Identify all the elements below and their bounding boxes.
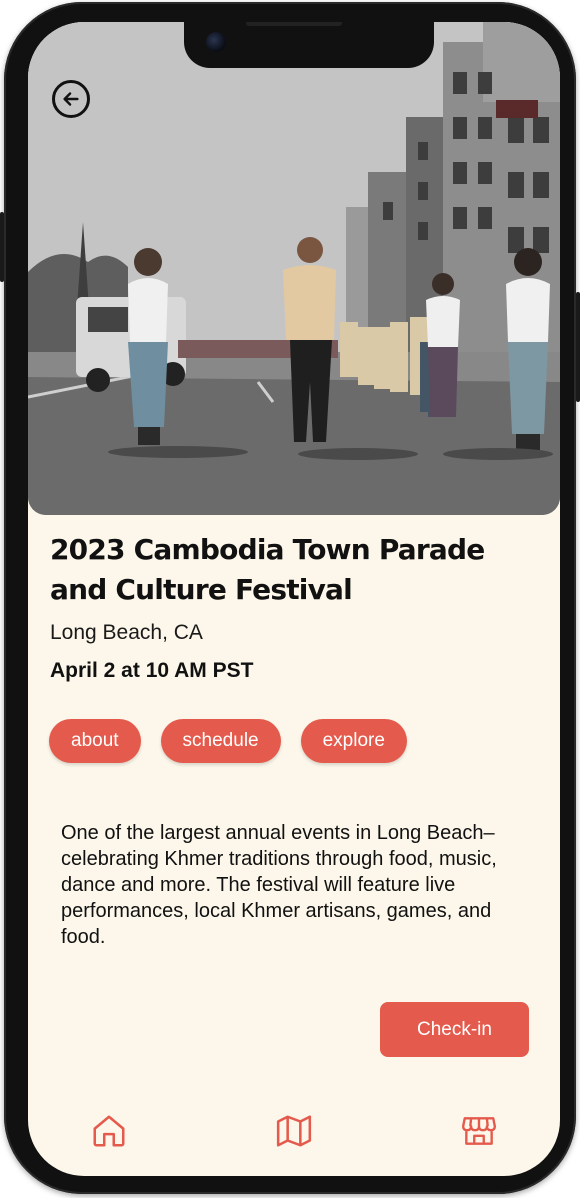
store-icon[interactable] [460,1112,498,1150]
hero-photo [28,22,560,515]
tab-explore[interactable]: explore [300,719,407,763]
camera [206,32,226,52]
tab-schedule[interactable]: schedule [160,719,281,763]
event-datetime: April 2 at 10 AM PST [50,659,254,682]
section-tabs: about schedule explore [49,719,407,763]
event-description: One of the largest annual events in Long… [61,822,497,948]
map-icon[interactable] [275,1112,313,1150]
home-icon[interactable] [90,1112,128,1150]
back-button[interactable] [52,80,90,118]
tab-about[interactable]: about [49,719,141,763]
phone-frame: 2023 Cambodia Town Parade and Culture Fe… [0,2,580,1194]
arrow-left-icon [63,92,79,106]
event-location: Long Beach, CA [50,621,203,644]
app-screen: 2023 Cambodia Town Parade and Culture Fe… [28,22,560,1176]
speaker [246,22,342,26]
event-title: 2023 Cambodia Town Parade and Culture Fe… [50,533,485,606]
power-button [576,292,580,402]
volume-button [0,212,4,282]
parade-photo [28,22,560,515]
check-in-button[interactable]: Check-in [380,1002,529,1057]
